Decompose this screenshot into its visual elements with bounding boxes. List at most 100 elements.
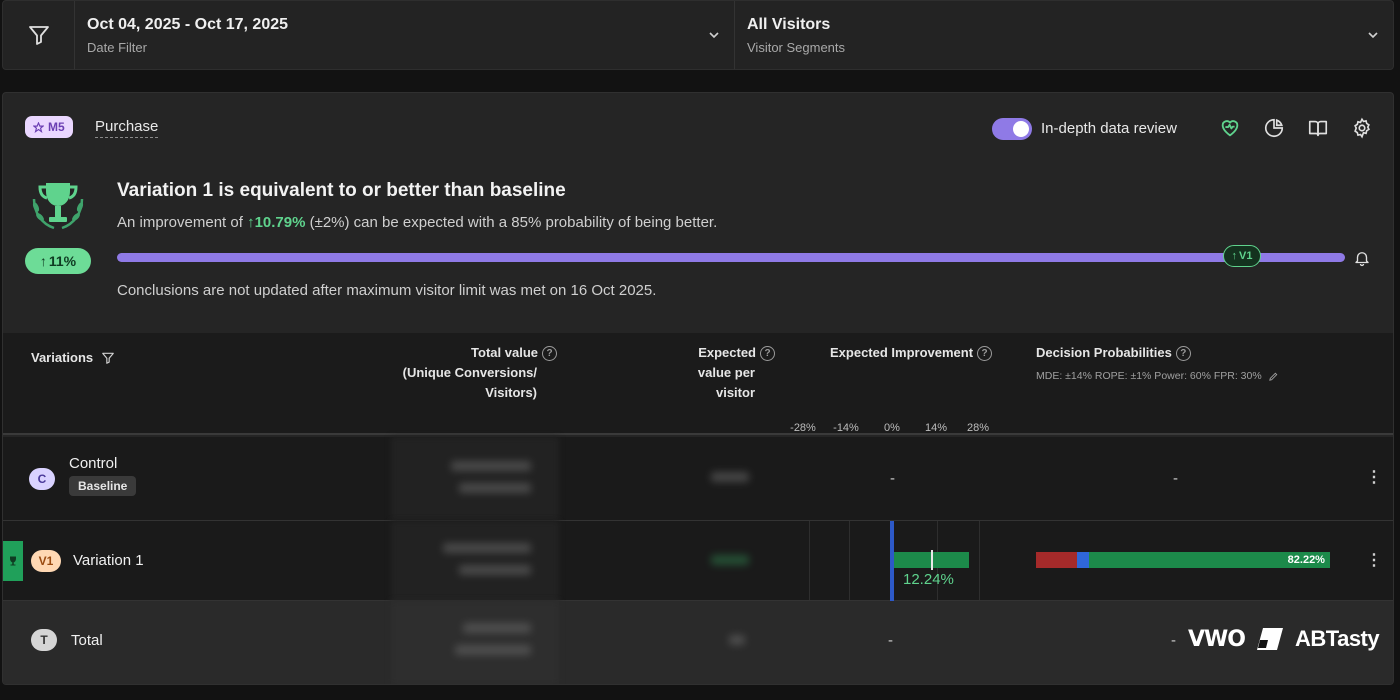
goal-badge-label: M5 (48, 120, 65, 134)
decision-probability-value: - (1171, 632, 1176, 649)
expected-improvement-value: - (890, 470, 895, 487)
redacted-area (391, 437, 559, 520)
improvement-badge-value: 11% (48, 253, 77, 269)
verdict-improvement: ↑10.79% (247, 214, 306, 231)
decision-probabilities-column-header: Decision Probabilities? (1036, 343, 1191, 363)
decision-probability-value: - (1173, 470, 1178, 487)
help-icon[interactable]: ? (1175, 346, 1191, 362)
variation-marker-label: V1 (1239, 250, 1253, 262)
baseline-tag: Baseline (69, 476, 137, 496)
pencil-icon[interactable] (1268, 371, 1279, 382)
variation-name: Control (69, 455, 118, 472)
redacted-value (451, 461, 531, 471)
axis-tick: 14% (924, 422, 948, 434)
bell-icon[interactable] (1353, 248, 1371, 268)
verdict-prefix: An improvement of (117, 214, 243, 231)
in-depth-review-toggle[interactable] (992, 118, 1032, 140)
table-row-total: T Total - - (3, 601, 1393, 684)
expected-improvement-column-header: Expected Improvement? (830, 343, 993, 363)
axis-tick: -14% (833, 422, 859, 434)
redacted-area (391, 521, 559, 600)
variations-column-header: Variations (31, 348, 115, 368)
help-icon[interactable]: ? (760, 346, 775, 362)
chevron-down-icon (1368, 32, 1378, 39)
date-filter-value: Oct 04, 2025 - Oct 17, 2025 (87, 16, 289, 33)
partner-logos: VWO ABTasty (1188, 626, 1380, 652)
abtasty-mark-icon (1257, 628, 1283, 650)
variation-chip: V1 (31, 550, 61, 572)
verdict-progress-bar (117, 253, 1345, 262)
visitor-segment-dropdown[interactable]: All Visitors Visitor Segments (735, 1, 1393, 69)
goal-badge: M5 (25, 116, 73, 138)
row-menu-button[interactable]: ⋮ (1366, 553, 1382, 569)
goal-name[interactable]: Purchase (95, 118, 159, 138)
variation-chip: T (31, 629, 57, 651)
guide-button[interactable] (1305, 115, 1331, 141)
chevron-down-icon (709, 32, 719, 39)
probability-equal-segment (1077, 552, 1089, 568)
improvement-badge: ↑ 11% (25, 248, 91, 274)
help-icon[interactable]: ? (542, 346, 557, 362)
segment-value: All Visitors (747, 16, 831, 33)
arrow-up-icon: ↑ (1231, 250, 1238, 262)
decision-probability-bar: 82.22% (1036, 552, 1330, 568)
probability-better-segment: 82.22% (1088, 552, 1330, 568)
total-value-column-header: Total value? (Unique Conversions/ Visito… (387, 343, 557, 403)
expected-improvement-value: 12.24% (903, 571, 954, 588)
chart-button[interactable] (1261, 115, 1287, 141)
row-menu-button[interactable]: ⋮ (1366, 470, 1382, 486)
date-filter-label: Date Filter (87, 40, 147, 55)
table-row-control: C Control Baseline - - ⋮ (3, 437, 1393, 521)
health-button[interactable] (1217, 115, 1243, 141)
arrow-up-icon: ↑ (39, 253, 47, 269)
book-icon (1308, 120, 1328, 137)
filter-icon[interactable] (101, 351, 115, 365)
redacted-value (459, 565, 531, 575)
abtasty-logo: ABTasty (1295, 626, 1380, 651)
evpv-column-header: Expected? value per visitor (663, 343, 775, 403)
verdict-suffix: (±2%) can be expected with a 85% probabi… (309, 214, 718, 231)
axis-tick: 28% (966, 422, 990, 434)
date-filter-dropdown[interactable]: Oct 04, 2025 - Oct 17, 2025 Date Filter (75, 1, 735, 69)
redacted-value (729, 635, 745, 645)
expected-improvement-value: - (888, 632, 893, 649)
star-icon (33, 121, 44, 133)
redacted-value (455, 645, 531, 655)
verdict-title: Variation 1 is equivalent to or better t… (117, 180, 566, 201)
segment-label: Visitor Segments (747, 40, 846, 55)
axis-tick: 0% (884, 422, 900, 434)
trophy-icon (32, 183, 84, 230)
variation-chip: C (29, 468, 55, 490)
filter-bar: Oct 04, 2025 - Oct 17, 2025 Date Filter … (2, 0, 1394, 70)
chart-gridline (849, 521, 850, 600)
redacted-value (711, 555, 749, 565)
redacted-area (391, 601, 559, 684)
vwo-logo: VWO (1188, 626, 1246, 652)
filter-button[interactable] (3, 1, 75, 69)
goal-report-panel: M5 Purchase In-depth data review ↑ 11% V… (2, 92, 1394, 685)
winner-flag (3, 541, 23, 581)
in-depth-review-label: In-depth data review (1041, 120, 1177, 137)
decision-parameters: MDE: ±14% ROPE: ±1% Power: 60% FPR: 30% (1036, 370, 1279, 382)
variation-marker: ↑ V1 (1223, 245, 1261, 267)
pie-chart-icon (1264, 118, 1284, 138)
redacted-value (463, 623, 531, 633)
gear-icon (1354, 117, 1370, 139)
chart-gridline (809, 521, 810, 600)
probability-better-label: 82.22% (1287, 554, 1325, 566)
filter-icon (28, 26, 49, 45)
trophy-icon (10, 556, 16, 566)
table-row-variation-1: V1 Variation 1 12.24% 82.22% ⋮ (3, 521, 1393, 601)
probability-worse-segment (1036, 552, 1078, 568)
variation-name: Variation 1 (73, 552, 144, 569)
verdict-note: Conclusions are not updated after maximu… (117, 282, 657, 299)
redacted-value (459, 483, 531, 493)
axis-tick: -28% (790, 422, 816, 434)
help-icon[interactable]: ? (977, 346, 993, 362)
chart-gridline (979, 521, 980, 600)
verdict-summary: An improvement of ↑10.79% (±2%) can be e… (117, 214, 717, 231)
settings-button[interactable] (1349, 115, 1375, 141)
heart-pulse-icon (1221, 120, 1239, 137)
redacted-value (443, 543, 531, 553)
results-table-header: Variations Total value? (Unique Conversi… (3, 333, 1393, 435)
